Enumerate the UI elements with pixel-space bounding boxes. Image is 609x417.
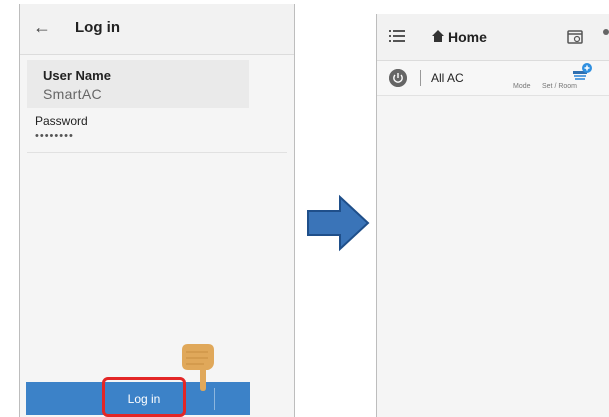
home-screen: Home All AC Mode Set / Room (376, 14, 609, 417)
password-value: •••••••• (35, 130, 74, 142)
right-arrow-icon (307, 194, 370, 252)
menu-icon[interactable] (389, 28, 405, 44)
ac-name: All AC (431, 71, 464, 85)
home-icon (432, 30, 444, 42)
home-title: Home (448, 29, 487, 45)
login-screen: ← Log in User Name SmartAC Password ••••… (19, 4, 295, 417)
more-options-icon[interactable] (603, 29, 609, 35)
row-divider (420, 70, 421, 86)
login-app-bar: ← Log in (20, 4, 294, 55)
username-field[interactable]: User Name SmartAC (27, 60, 249, 108)
login-button-highlight (102, 377, 186, 417)
password-field[interactable]: Password •••••••• (27, 112, 287, 153)
mode-label: Mode (513, 83, 531, 90)
home-app-bar: Home (377, 14, 609, 61)
set-room-label: Set / Room (542, 83, 578, 90)
username-value: SmartAC (43, 86, 102, 102)
power-icon[interactable] (389, 69, 407, 87)
password-label: Password (35, 114, 88, 128)
back-arrow-icon[interactable]: ← (32, 17, 52, 37)
calendar-icon[interactable] (567, 28, 583, 44)
ac-row-all[interactable]: All AC Mode Set / Room (377, 61, 609, 96)
login-title: Log in (75, 19, 120, 36)
username-label: User Name (43, 68, 111, 83)
pointing-hand-icon (182, 344, 214, 391)
fan-add-icon[interactable] (571, 62, 593, 84)
